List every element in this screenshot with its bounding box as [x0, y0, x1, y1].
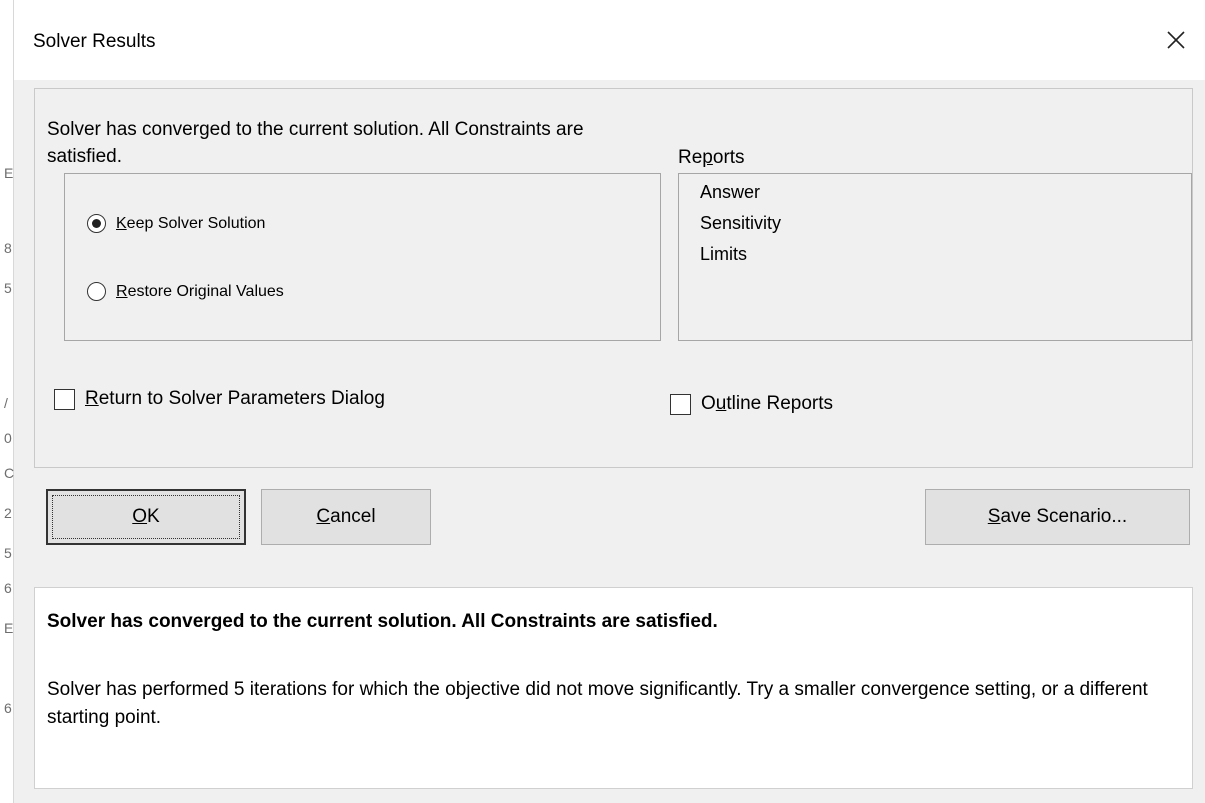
edge-glyph: 2: [4, 505, 12, 521]
edge-glyph: 0: [4, 430, 12, 446]
edge-glyph: C: [4, 465, 15, 481]
radio-selected-icon: [87, 214, 106, 233]
title-bar: Solver Results: [14, 0, 1205, 80]
solution-option-group: [64, 173, 661, 341]
save-scenario-button[interactable]: Save Scenario...: [925, 489, 1190, 545]
checkbox-unchecked-icon: [54, 388, 75, 410]
message-panel: Solver has converged to the current solu…: [34, 587, 1193, 789]
edge-glyph: 6: [4, 700, 12, 716]
message-body: Solver has performed 5 iterations for wh…: [47, 679, 1148, 728]
outline-reports-label: Outline Reports: [701, 393, 834, 414]
solver-results-dialog: Solver Results Solver has converged to t…: [14, 0, 1205, 803]
return-to-solver-parameters-label: Return to Solver Parameters Dialog: [85, 388, 385, 409]
edge-glyph: 5: [4, 545, 12, 561]
reports-listbox[interactable]: Answer Sensitivity Limits: [678, 173, 1192, 341]
return-to-solver-parameters-checkbox[interactable]: Return to Solver Parameters Dialog: [54, 388, 385, 410]
save-scenario-button-label: Save Scenario...: [987, 506, 1128, 527]
background-window-edge: E 8 5 / 0 C 2 5 6 E 6: [0, 0, 14, 803]
edge-glyph: 8: [4, 240, 12, 256]
edge-glyph: E: [4, 620, 14, 636]
restore-original-values-label: Restore Original Values: [116, 282, 284, 300]
ok-button[interactable]: OK: [46, 489, 246, 545]
message-heading: Solver has converged to the current solu…: [47, 611, 718, 632]
edge-glyph: E: [4, 165, 14, 181]
radio-unselected-icon: [87, 282, 106, 301]
cancel-button[interactable]: Cancel: [261, 489, 431, 545]
checkbox-unchecked-icon: [670, 393, 691, 415]
window-title: Solver Results: [33, 31, 156, 52]
edge-glyph: /: [4, 395, 8, 411]
keep-solver-solution-radio[interactable]: Keep Solver Solution: [87, 214, 265, 233]
reports-label: Reports: [678, 147, 745, 168]
report-item-sensitivity[interactable]: Sensitivity: [700, 213, 781, 234]
close-button[interactable]: [1158, 22, 1194, 58]
keep-solver-solution-label: Keep Solver Solution: [116, 214, 266, 232]
edge-glyph: 6: [4, 580, 12, 596]
close-x-icon: [1167, 31, 1185, 49]
edge-glyph: 5: [4, 280, 12, 296]
cancel-button-label: Cancel: [316, 506, 376, 527]
report-item-limits[interactable]: Limits: [700, 244, 747, 265]
restore-original-values-radio[interactable]: Restore Original Values: [87, 282, 284, 301]
status-message: Solver has converged to the current solu…: [47, 119, 584, 167]
outline-reports-checkbox[interactable]: Outline Reports: [670, 393, 833, 415]
focus-ring: [52, 495, 240, 539]
report-item-answer[interactable]: Answer: [700, 182, 760, 203]
